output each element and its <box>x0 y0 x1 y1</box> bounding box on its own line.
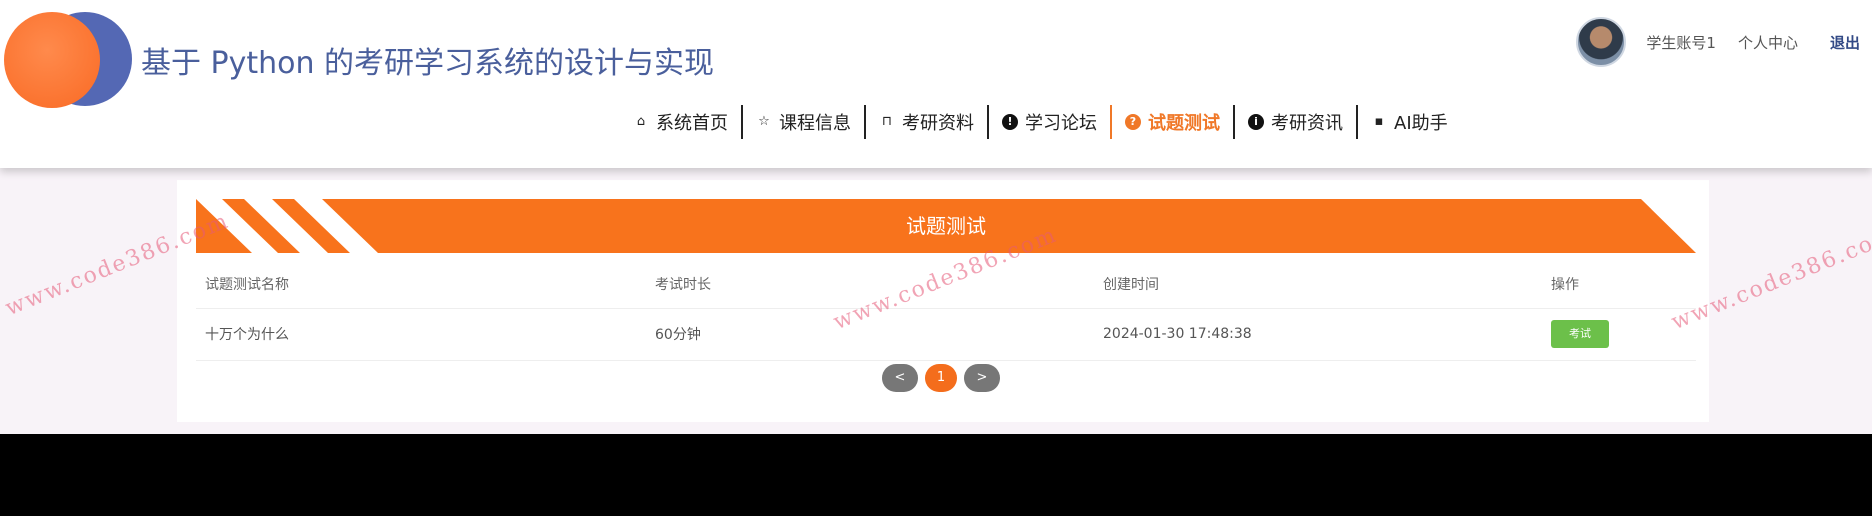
nav-label: 课程信息 <box>779 113 851 134</box>
alert-icon: ! <box>1002 114 1018 130</box>
section-title: 试题测试 <box>906 214 986 238</box>
nav-label: 系统首页 <box>656 113 728 134</box>
content-card: 试题测试 试题测试名称 考试时长 创建时间 操作 十万个为什么 60分钟 202… <box>177 180 1709 422</box>
column-header: 试题测试名称 <box>196 260 646 309</box>
column-header: 操作 <box>1542 260 1696 309</box>
nav-item-forum[interactable]: ! 学习论坛 <box>989 105 1110 139</box>
nav-item-news[interactable]: i 考研资讯 <box>1235 105 1356 139</box>
start-exam-button[interactable]: 考试 <box>1551 320 1609 348</box>
main-nav: ⌂ 系统首页 ☆ 课程信息 ⊓ 考研资料 ! 学习论坛 ? 试题测试 i 考研资… <box>620 105 1461 139</box>
table-row: 十万个为什么 60分钟 2024-01-30 17:48:38 考试 <box>196 308 1696 361</box>
logo <box>4 10 132 108</box>
table-header-row: 试题测试名称 考试时长 创建时间 操作 <box>196 260 1696 309</box>
test-name: 十万个为什么 <box>196 308 646 361</box>
column-header: 考试时长 <box>646 260 1094 309</box>
nav-label: 考研资讯 <box>1271 113 1343 134</box>
page-1-button[interactable]: 1 <box>925 364 957 392</box>
next-page-button[interactable]: > <box>964 364 1000 392</box>
nav-label: AI助手 <box>1394 113 1448 134</box>
home-icon: ⌂ <box>636 114 646 129</box>
chat-icon: ▪ <box>1374 114 1384 129</box>
tests-table: 试题测试名称 考试时长 创建时间 操作 十万个为什么 60分钟 2024-01-… <box>196 260 1696 361</box>
user-area: 学生账号1 个人中心 退出 <box>1576 16 1860 68</box>
page: 基于 Python 的考研学习系统的设计与实现 学生账号1 个人中心 退出 ⌂ … <box>0 0 1872 434</box>
nav-item-materials[interactable]: ⊓ 考研资料 <box>866 105 987 139</box>
header: 基于 Python 的考研学习系统的设计与实现 学生账号1 个人中心 退出 ⌂ … <box>0 0 1872 168</box>
star-icon: ☆ <box>758 114 770 129</box>
column-header: 创建时间 <box>1094 260 1542 309</box>
info-icon: i <box>1248 114 1264 130</box>
nav-label: 考研资料 <box>902 113 974 134</box>
bag-icon: ⊓ <box>881 114 893 129</box>
prev-page-button[interactable]: < <box>882 364 918 392</box>
personal-center-link[interactable]: 个人中心 <box>1738 32 1798 53</box>
pagination: < 1 > <box>882 364 1007 392</box>
nav-label: 学习论坛 <box>1025 113 1097 134</box>
nav-item-tests[interactable]: ? 试题测试 <box>1112 105 1233 139</box>
test-created-time: 2024-01-30 17:48:38 <box>1094 308 1542 361</box>
site-title: 基于 Python 的考研学习系统的设计与实现 <box>141 46 715 81</box>
nav-item-courses[interactable]: ☆ 课程信息 <box>743 105 864 139</box>
test-duration: 60分钟 <box>646 308 1094 361</box>
nav-item-home[interactable]: ⌂ 系统首页 <box>620 105 741 139</box>
nav-label: 试题测试 <box>1148 113 1220 134</box>
nav-item-ai[interactable]: ▪ AI助手 <box>1358 105 1461 139</box>
question-icon: ? <box>1125 114 1141 130</box>
account-link[interactable]: 学生账号1 <box>1646 32 1716 53</box>
avatar[interactable] <box>1576 17 1627 67</box>
section-banner: 试题测试 <box>196 199 1696 253</box>
logout-link[interactable]: 退出 <box>1830 32 1860 53</box>
